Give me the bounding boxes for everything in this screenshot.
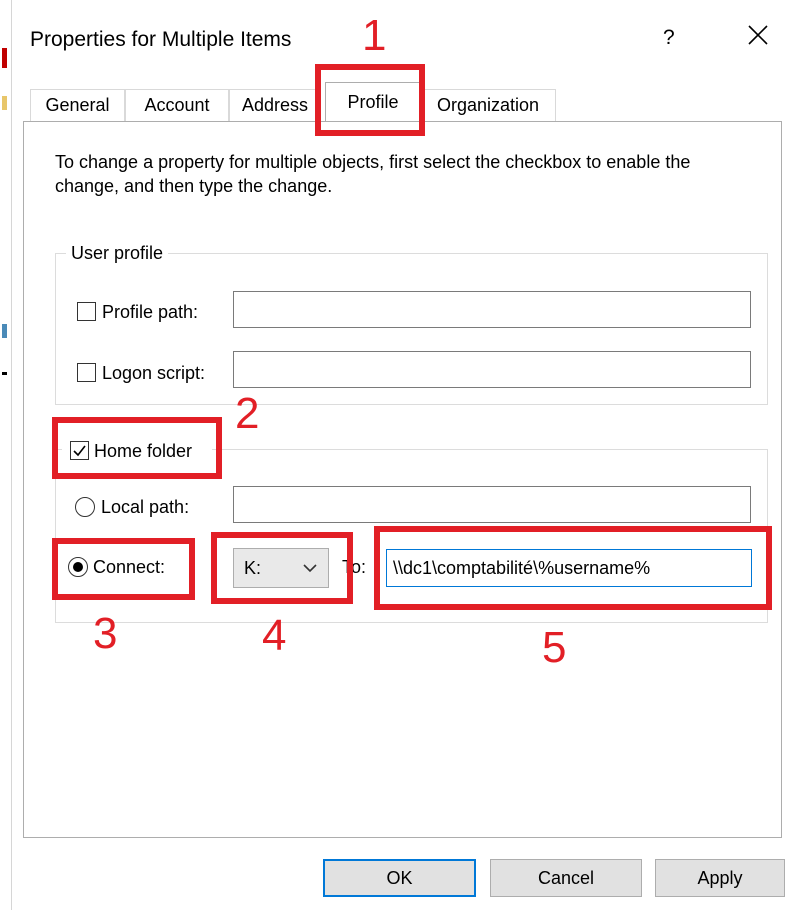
edge-mark — [2, 324, 7, 338]
annotation-number-2: 2 — [235, 389, 260, 438]
profile-path-checkbox[interactable] — [77, 302, 96, 321]
local-path-label: Local path: — [101, 497, 190, 517]
cancel-button[interactable]: Cancel — [490, 859, 642, 897]
background-window-edge — [0, 0, 12, 910]
tab-address[interactable]: Address — [229, 89, 321, 121]
annotation-box-4 — [211, 532, 353, 604]
instruction-text: To change a property for multiple object… — [55, 152, 691, 196]
tab-organization[interactable]: Organization — [420, 89, 556, 121]
help-button[interactable]: ? — [663, 26, 675, 50]
annotation-box-2 — [52, 417, 222, 479]
edge-mark — [2, 48, 7, 68]
annotation-box-1 — [315, 64, 425, 136]
window-title: Properties for Multiple Items — [30, 28, 292, 51]
annotation-box-3 — [52, 538, 195, 600]
annotation-number-5: 5 — [542, 623, 567, 672]
tab-account[interactable]: Account — [125, 89, 229, 121]
apply-button[interactable]: Apply — [655, 859, 785, 897]
logon-script-input[interactable] — [233, 351, 751, 388]
local-path-radio[interactable] — [75, 497, 95, 517]
annotation-box-5 — [374, 526, 772, 610]
ok-button[interactable]: OK — [323, 859, 476, 897]
logon-script-checkbox[interactable] — [77, 363, 96, 382]
tab-general[interactable]: General — [30, 89, 125, 121]
annotation-number-4: 4 — [262, 611, 287, 660]
profile-path-input[interactable] — [233, 291, 751, 328]
annotation-number-3: 3 — [93, 609, 118, 658]
annotation-number-1: 1 — [362, 11, 387, 60]
close-icon[interactable] — [745, 22, 771, 48]
local-path-input[interactable] — [233, 486, 751, 523]
edge-mark — [2, 96, 7, 110]
user-profile-legend: User profile — [66, 243, 169, 264]
logon-script-label: Logon script: — [102, 363, 206, 383]
edge-mark — [2, 372, 7, 375]
profile-path-label: Profile path: — [102, 302, 199, 322]
